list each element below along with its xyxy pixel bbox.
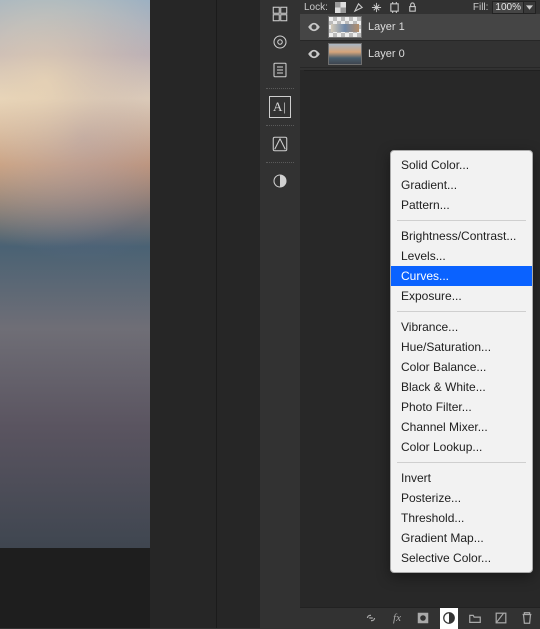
document-background (150, 0, 260, 628)
lock-label: Lock: (304, 2, 328, 13)
adjustment-menu-item[interactable]: Threshold... (391, 508, 532, 528)
layer-name[interactable]: Layer 1 (368, 21, 405, 33)
adjustment-menu-item[interactable]: Exposure... (391, 286, 532, 306)
fill-label: Fill: (473, 2, 489, 13)
lock-artboard-icon[interactable] (386, 0, 404, 14)
adjustment-menu-item[interactable]: Gradient... (391, 175, 532, 195)
right-icon-strip: A| (260, 0, 300, 200)
new-adjustment-layer-icon[interactable] (440, 608, 458, 629)
lock-transparent-icon[interactable] (332, 0, 350, 14)
adjustment-layer-menu[interactable]: Solid Color...Gradient...Pattern... Brigh… (390, 150, 533, 573)
layer-fx-icon[interactable]: fx (388, 608, 406, 629)
lock-all-icon[interactable] (404, 0, 422, 14)
visibility-toggle-icon[interactable] (300, 22, 328, 32)
layers-panel-footer: fx (300, 607, 540, 628)
fill-dropdown-caret[interactable] (524, 1, 536, 14)
strip-separator (263, 86, 297, 91)
strip-separator (263, 123, 297, 128)
cc-libraries-icon[interactable] (260, 28, 300, 56)
layer-mask-icon[interactable] (414, 608, 432, 629)
layer-row[interactable]: Layer 0 (300, 41, 540, 68)
adjustment-menu-item[interactable]: Channel Mixer... (391, 417, 532, 437)
new-group-icon[interactable] (466, 608, 484, 629)
layer-thumbnail[interactable] (328, 43, 362, 65)
visibility-toggle-icon[interactable] (300, 49, 328, 59)
layers-panel: Lock: Fill: 100% Layer 1 Layer 0 (300, 0, 540, 68)
menu-separator (397, 311, 526, 312)
adjustments-icon[interactable] (260, 56, 300, 84)
lock-pixels-icon[interactable] (350, 0, 368, 14)
adjustment-menu-item[interactable]: Photo Filter... (391, 397, 532, 417)
adjustment-menu-item[interactable]: Gradient Map... (391, 528, 532, 548)
adjustment-menu-item[interactable]: Hue/Saturation... (391, 337, 532, 357)
adjustment-menu-item[interactable]: Black & White... (391, 377, 532, 397)
menu-separator (397, 462, 526, 463)
adjustment-menu-item[interactable]: Curves... (391, 266, 532, 286)
adjustment-menu-item[interactable]: Posterize... (391, 488, 532, 508)
adjustment-menu-item[interactable]: Pattern... (391, 195, 532, 215)
canvas-image[interactable] (0, 0, 150, 548)
layer-row[interactable]: Layer 1 (300, 14, 540, 41)
doc-divider (216, 0, 217, 628)
adjustment-menu-item[interactable]: Solid Color... (391, 155, 532, 175)
adjustment-menu-item[interactable]: Invert (391, 468, 532, 488)
swatches-icon[interactable] (260, 0, 300, 28)
half-circle-icon[interactable] (260, 167, 300, 195)
delete-layer-icon[interactable] (518, 608, 536, 629)
adjustment-menu-item[interactable]: Selective Color... (391, 548, 532, 568)
fill-value[interactable]: 100% (492, 1, 524, 14)
adjustment-menu-item[interactable]: Vibrance... (391, 317, 532, 337)
adjustment-menu-item[interactable]: Color Lookup... (391, 437, 532, 457)
new-layer-icon[interactable] (492, 608, 510, 629)
adjustment-menu-item[interactable]: Color Balance... (391, 357, 532, 377)
adjustment-menu-item[interactable]: Brightness/Contrast... (391, 226, 532, 246)
layer-name[interactable]: Layer 0 (368, 48, 405, 60)
type-tool-icon[interactable]: A| (260, 93, 300, 121)
paragraph-styles-icon[interactable] (260, 130, 300, 158)
adjustment-menu-item[interactable]: Levels... (391, 246, 532, 266)
lock-row: Lock: Fill: 100% (300, 0, 540, 14)
canvas-pasteboard (0, 548, 150, 628)
lock-position-icon[interactable] (368, 0, 386, 14)
menu-separator (397, 220, 526, 221)
layer-thumbnail[interactable] (328, 16, 362, 38)
link-layers-icon[interactable] (362, 608, 380, 629)
strip-separator (263, 160, 297, 165)
